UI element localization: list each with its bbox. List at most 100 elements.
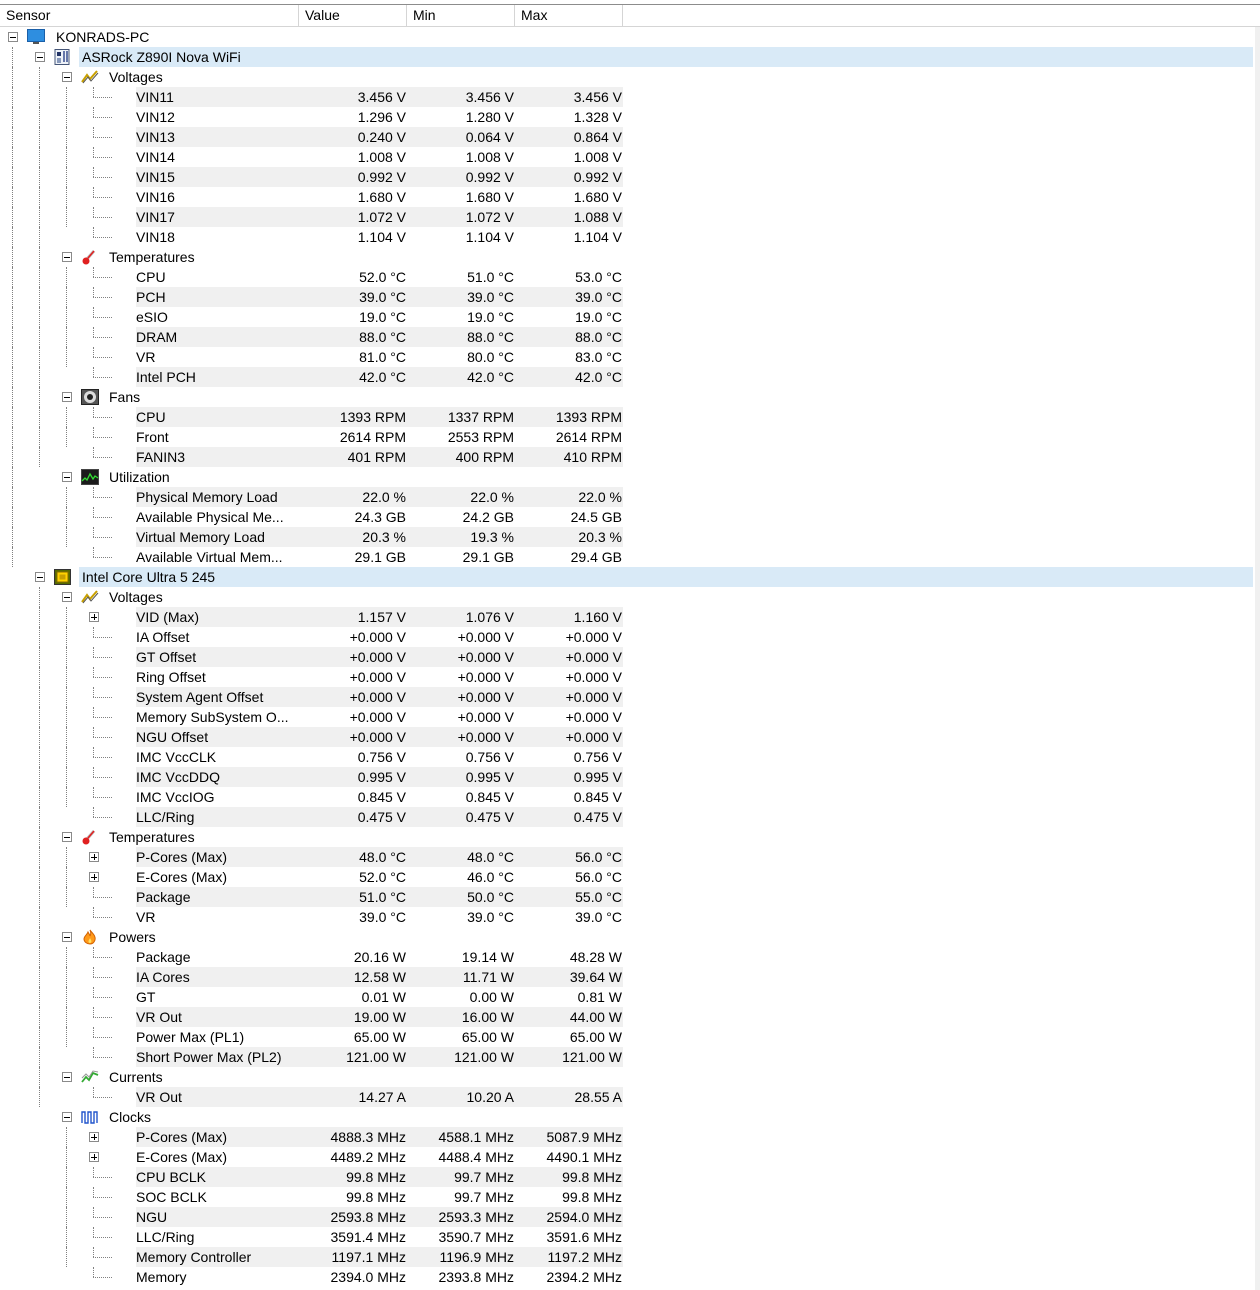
sensor-row[interactable]: FANIN3 401 RPM 400 RPM 410 RPM <box>0 447 1260 467</box>
sensor-row[interactable]: Physical Memory Load 22.0 % 22.0 % 22.0 % <box>0 487 1260 507</box>
sensor-row[interactable]: CPU BCLK 99.8 MHz 99.7 MHz 99.8 MHz <box>0 1167 1260 1187</box>
collapse-button[interactable] <box>62 832 72 842</box>
computer-root-row[interactable]: KONRADS-PC <box>0 27 1260 47</box>
sensor-group-row[interactable]: Fans <box>0 387 1260 407</box>
sensor-row[interactable]: IA Offset +0.000 V +0.000 V +0.000 V <box>0 627 1260 647</box>
sensor-row[interactable]: VIN18 1.104 V 1.104 V 1.104 V <box>0 227 1260 247</box>
column-header-min[interactable]: Min <box>407 5 515 26</box>
sensor-row[interactable]: VIN14 1.008 V 1.008 V 1.008 V <box>0 147 1260 167</box>
sensor-row[interactable]: NGU 2593.8 MHz 2593.3 MHz 2594.0 MHz <box>0 1207 1260 1227</box>
sensor-row[interactable]: P-Cores (Max) 48.0 °C 48.0 °C 56.0 °C <box>0 847 1260 867</box>
tree-line <box>66 287 67 307</box>
collapse-button[interactable] <box>62 472 72 482</box>
sensor-row[interactable]: VIN17 1.072 V 1.072 V 1.088 V <box>0 207 1260 227</box>
sensor-min: 99.7 MHz <box>454 1189 514 1205</box>
sensor-row[interactable]: VR Out 19.00 W 16.00 W 44.00 W <box>0 1007 1260 1027</box>
sensor-row[interactable]: Available Virtual Mem... 29.1 GB 29.1 GB 29… <box>0 547 1260 567</box>
sensor-row[interactable]: VIN16 1.680 V 1.680 V 1.680 V <box>0 187 1260 207</box>
tree-line <box>39 867 40 887</box>
sensor-max: 28.55 A <box>574 1089 623 1105</box>
sensor-group-row[interactable]: Utilization <box>0 467 1260 487</box>
sensor-row[interactable]: Package 51.0 °C 50.0 °C 55.0 °C <box>0 887 1260 907</box>
sensor-row[interactable]: E-Cores (Max) 4489.2 MHz 4488.4 MHz 4490.1 … <box>0 1147 1260 1167</box>
tree-line <box>39 827 40 847</box>
sensor-group-row[interactable]: Temperatures <box>0 827 1260 847</box>
sensor-min: 50.0 °C <box>467 889 514 905</box>
sensor-row[interactable]: GT Offset +0.000 V +0.000 V +0.000 V <box>0 647 1260 667</box>
expand-button[interactable] <box>89 1132 99 1142</box>
sensor-row[interactable]: VIN13 0.240 V 0.064 V 0.864 V <box>0 127 1260 147</box>
collapse-button[interactable] <box>62 1072 72 1082</box>
sensor-row[interactable]: Ring Offset +0.000 V +0.000 V +0.000 V <box>0 667 1260 687</box>
tree-line <box>12 167 13 187</box>
tree-line <box>93 417 112 418</box>
sensor-min: 1337 RPM <box>447 409 514 425</box>
sensor-label: VIN12 <box>136 109 175 125</box>
column-header-max[interactable]: Max <box>515 5 623 26</box>
sensor-row[interactable]: CPU 1393 RPM 1337 RPM 1393 RPM <box>0 407 1260 427</box>
sensor-value: +0.000 V <box>349 629 406 645</box>
sensor-row[interactable]: LLC/Ring 3591.4 MHz 3590.7 MHz 3591.6 MHz <box>0 1227 1260 1247</box>
collapse-button[interactable] <box>62 392 72 402</box>
sensor-row[interactable]: Memory SubSystem O... +0.000 V +0.000 V +0.… <box>0 707 1260 727</box>
sensor-row[interactable]: Memory Controller 1197.1 MHz 1196.9 MHz 119… <box>0 1247 1260 1267</box>
sensor-row[interactable]: IMC VccIOG 0.845 V 0.845 V 0.845 V <box>0 787 1260 807</box>
sensor-row[interactable]: VIN15 0.992 V 0.992 V 0.992 V <box>0 167 1260 187</box>
sensor-row[interactable]: VID (Max) 1.157 V 1.076 V 1.160 V <box>0 607 1260 627</box>
collapse-button[interactable] <box>62 252 72 262</box>
sensor-group-row[interactable]: Currents <box>0 1067 1260 1087</box>
expand-button[interactable] <box>89 612 99 622</box>
column-header-sensor[interactable]: Sensor <box>0 5 299 26</box>
sensor-value: 42.0 °C <box>359 369 406 385</box>
device-row[interactable]: ASRock Z890I Nova WiFi <box>0 47 1260 67</box>
vertical-scrollbar[interactable] <box>1255 27 1260 1290</box>
collapse-button[interactable] <box>35 572 45 582</box>
sensor-group-row[interactable]: Temperatures <box>0 247 1260 267</box>
sensor-row[interactable]: VIN11 3.456 V 3.456 V 3.456 V <box>0 87 1260 107</box>
sensor-row[interactable]: SOC BCLK 99.8 MHz 99.7 MHz 99.8 MHz <box>0 1187 1260 1207</box>
sensor-row[interactable]: E-Cores (Max) 52.0 °C 46.0 °C 56.0 °C <box>0 867 1260 887</box>
expand-button[interactable] <box>89 872 99 882</box>
sensor-row[interactable]: IMC VccDDQ 0.995 V 0.995 V 0.995 V <box>0 767 1260 787</box>
sensor-row[interactable]: LLC/Ring 0.475 V 0.475 V 0.475 V <box>0 807 1260 827</box>
sensor-row[interactable]: IA Cores 12.58 W 11.71 W 39.64 W <box>0 967 1260 987</box>
tree-line <box>93 817 112 818</box>
sensor-row[interactable]: Intel PCH 42.0 °C 42.0 °C 42.0 °C <box>0 367 1260 387</box>
sensor-row[interactable]: Short Power Max (PL2) 121.00 W 121.00 W 121… <box>0 1047 1260 1067</box>
collapse-button[interactable] <box>62 932 72 942</box>
sensor-row[interactable]: Front 2614 RPM 2553 RPM 2614 RPM <box>0 427 1260 447</box>
sensor-row[interactable]: Available Physical Me... 24.3 GB 24.2 GB 24… <box>0 507 1260 527</box>
tree-line <box>66 107 67 127</box>
sensor-group-row[interactable]: Clocks <box>0 1107 1260 1127</box>
collapse-button[interactable] <box>62 1112 72 1122</box>
tree-line <box>66 1027 67 1047</box>
sensor-row[interactable]: DRAM 88.0 °C 88.0 °C 88.0 °C <box>0 327 1260 347</box>
sensor-row[interactable]: CPU 52.0 °C 51.0 °C 53.0 °C <box>0 267 1260 287</box>
sensor-group-row[interactable]: Voltages <box>0 67 1260 87</box>
sensor-row[interactable]: Memory 2394.0 MHz 2393.8 MHz 2394.2 MHz <box>0 1267 1260 1287</box>
collapse-button[interactable] <box>62 592 72 602</box>
sensor-row[interactable]: eSIO 19.0 °C 19.0 °C 19.0 °C <box>0 307 1260 327</box>
expand-button[interactable] <box>89 1152 99 1162</box>
sensor-row[interactable]: VR Out 14.27 A 10.20 A 28.55 A <box>0 1087 1260 1107</box>
sensor-row[interactable]: Virtual Memory Load 20.3 % 19.3 % 20.3 % <box>0 527 1260 547</box>
sensor-row[interactable]: VR 39.0 °C 39.0 °C 39.0 °C <box>0 907 1260 927</box>
sensor-row[interactable]: VIN12 1.296 V 1.280 V 1.328 V <box>0 107 1260 127</box>
device-row[interactable]: Intel Core Ultra 5 245 <box>0 567 1260 587</box>
collapse-button[interactable] <box>35 52 45 62</box>
collapse-button[interactable] <box>8 32 18 42</box>
sensor-row[interactable]: Power Max (PL1) 65.00 W 65.00 W 65.00 W <box>0 1027 1260 1047</box>
sensor-row[interactable]: GT 0.01 W 0.00 W 0.81 W <box>0 987 1260 1007</box>
sensor-row[interactable]: System Agent Offset +0.000 V +0.000 V +0.00… <box>0 687 1260 707</box>
collapse-button[interactable] <box>62 72 72 82</box>
sensor-row[interactable]: Package 20.16 W 19.14 W 48.28 W <box>0 947 1260 967</box>
sensor-row[interactable]: PCH 39.0 °C 39.0 °C 39.0 °C <box>0 287 1260 307</box>
sensor-row[interactable]: IMC VccCLK 0.756 V 0.756 V 0.756 V <box>0 747 1260 767</box>
expand-button[interactable] <box>89 852 99 862</box>
sensor-row[interactable]: P-Cores (Max) 4888.3 MHz 4588.1 MHz 5087.9 … <box>0 1127 1260 1147</box>
sensor-group-row[interactable]: Voltages <box>0 587 1260 607</box>
sensor-row[interactable]: VR 81.0 °C 80.0 °C 83.0 °C <box>0 347 1260 367</box>
sensor-group-row[interactable]: Powers <box>0 927 1260 947</box>
column-header-value[interactable]: Value <box>299 5 407 26</box>
sensor-row[interactable]: NGU Offset +0.000 V +0.000 V +0.000 V <box>0 727 1260 747</box>
